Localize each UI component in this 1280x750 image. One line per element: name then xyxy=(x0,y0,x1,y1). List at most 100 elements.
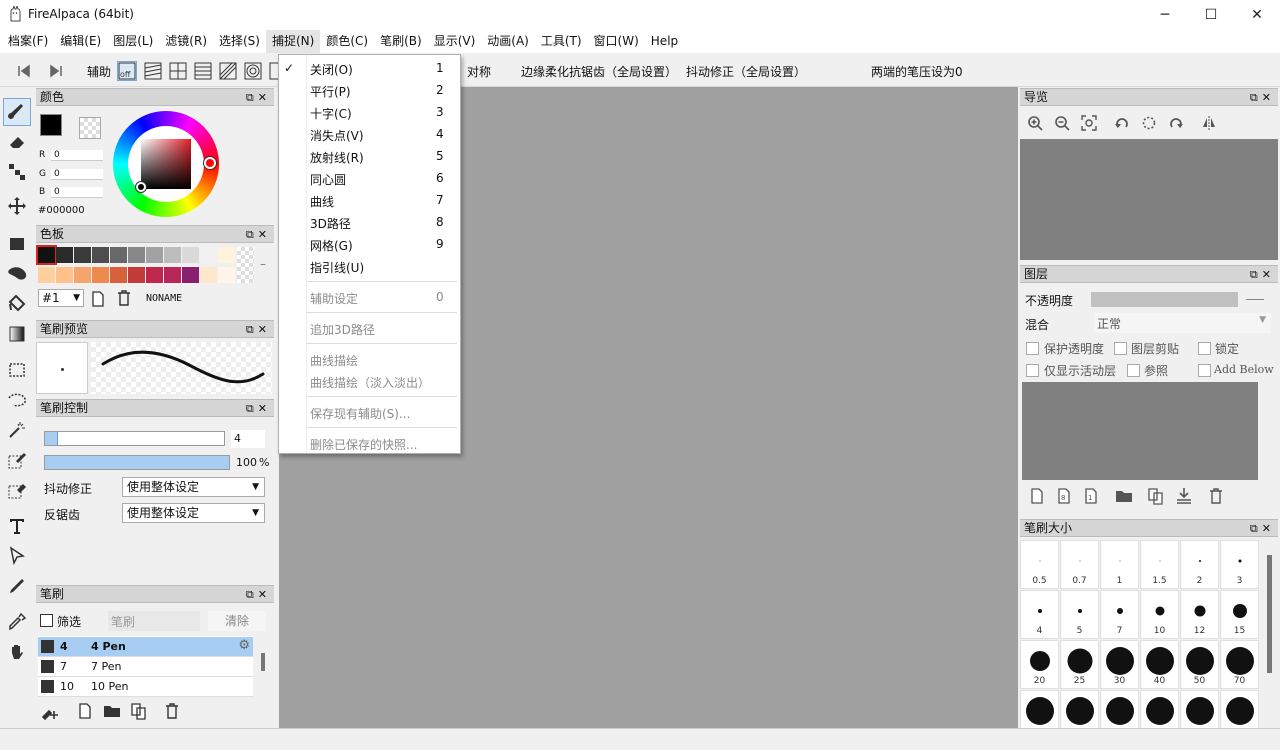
fill-rect-tool-icon[interactable] xyxy=(3,230,31,258)
brush-size-cell[interactable]: 70 xyxy=(1220,640,1259,689)
flip-horizontal-icon[interactable] xyxy=(1201,115,1217,131)
clipping-checkbox[interactable] xyxy=(1114,342,1127,355)
protect-alpha-checkbox[interactable] xyxy=(1026,342,1039,355)
brush-filter-input[interactable]: 笔刷 xyxy=(108,611,200,631)
brush-size-cell[interactable]: 15 xyxy=(1220,590,1259,639)
select-eraser-tool-icon[interactable] xyxy=(3,476,31,504)
snap-curve-item[interactable]: 曲线 7 xyxy=(279,189,460,211)
hue-handle[interactable] xyxy=(204,157,216,169)
divide-tool-icon[interactable] xyxy=(3,572,31,600)
brush-item-7-pen[interactable]: 77 Pen xyxy=(38,657,253,677)
brush-size-cell[interactable]: 0.7 xyxy=(1060,540,1099,589)
eyedropper-tool-icon[interactable] xyxy=(3,608,31,636)
palette-swatch[interactable] xyxy=(92,247,109,263)
brush-tool-icon[interactable] xyxy=(3,98,31,126)
palette-swatch[interactable] xyxy=(164,247,181,263)
menu-layer[interactable]: 图层(L) xyxy=(107,30,159,53)
minimize-button[interactable]: ─ xyxy=(1142,0,1188,30)
brush-size-cell[interactable]: 1 xyxy=(1100,540,1139,589)
maximize-button[interactable]: ☐ xyxy=(1188,0,1234,30)
palette-swatch[interactable] xyxy=(128,267,145,283)
add-3d-path-item[interactable]: 追加3D路径 xyxy=(279,317,460,339)
palette-swatch[interactable] xyxy=(36,245,57,265)
snap-parallel-item[interactable]: 平行(P) 2 xyxy=(279,79,460,101)
magic-wand-tool-icon[interactable] xyxy=(3,416,31,444)
rotate-right-icon[interactable] xyxy=(1168,115,1184,131)
fill-lasso-tool-icon[interactable] xyxy=(3,260,31,288)
add-below-checkbox[interactable] xyxy=(1198,364,1211,377)
snap-cross-icon[interactable] xyxy=(168,61,188,81)
close-button[interactable]: ✕ xyxy=(1234,0,1280,30)
brush-folder-icon[interactable] xyxy=(103,704,121,718)
zoom-out-icon[interactable] xyxy=(1054,115,1070,131)
new-layer-icon[interactable] xyxy=(1030,488,1044,504)
snap-concentric-item[interactable]: 同心圆 6 xyxy=(279,167,460,189)
palette-swatch[interactable] xyxy=(128,247,145,263)
saturation-value-square[interactable] xyxy=(141,139,191,189)
brush-size-cell[interactable]: 1.5 xyxy=(1140,540,1179,589)
snap-3d-path-item[interactable]: 3D路径 8 xyxy=(279,211,460,233)
assist-settings-item[interactable]: 辅助设定 0 xyxy=(279,286,460,308)
add-brush-icon[interactable] xyxy=(41,703,61,721)
text-tool-icon[interactable] xyxy=(3,512,31,540)
brush-size-cell[interactable] xyxy=(1180,690,1219,728)
gear-icon[interactable]: ⚙ xyxy=(238,638,250,653)
brush-size-cell[interactable] xyxy=(1020,690,1059,728)
brush-size-input[interactable]: 4 xyxy=(231,430,265,448)
show-active-only-checkbox[interactable] xyxy=(1026,364,1039,377)
new-palette-icon[interactable] xyxy=(91,291,105,307)
brush-size-cell[interactable]: 7 xyxy=(1100,590,1139,639)
zoom-fit-icon[interactable] xyxy=(1081,115,1097,131)
palette-swatch[interactable] xyxy=(56,267,73,283)
snap-vanishing-icon[interactable] xyxy=(193,61,213,81)
brush-opacity-slider[interactable] xyxy=(44,455,230,470)
duplicate-layer-icon[interactable] xyxy=(1147,487,1165,505)
brush-size-cell[interactable] xyxy=(1220,690,1259,728)
blue-input[interactable]: 0 xyxy=(51,187,103,198)
layer-list[interactable] xyxy=(1022,382,1258,480)
rotate-left-icon[interactable] xyxy=(1114,115,1130,131)
save-snap-item[interactable]: 保存现有辅助(S)... xyxy=(279,401,460,423)
palette-swatch[interactable] xyxy=(200,267,217,283)
menu-file[interactable]: 档案(F) xyxy=(2,30,54,53)
menu-tools[interactable]: 工具(T) xyxy=(535,30,588,53)
filter-checkbox[interactable] xyxy=(40,614,53,627)
palette-number-select[interactable]: #1 ▼ xyxy=(38,289,84,307)
panel-dock-close-icons[interactable]: ⧉✕ xyxy=(1250,521,1275,537)
panel-dock-close-icons[interactable]: ⧉✕ xyxy=(246,587,271,603)
zoom-in-icon[interactable] xyxy=(1027,115,1043,131)
menu-select[interactable]: 选择(S) xyxy=(213,30,266,53)
brush-size-cell[interactable]: 40 xyxy=(1140,640,1179,689)
hand-tool-icon[interactable] xyxy=(3,638,31,666)
palette-swatch[interactable] xyxy=(146,267,163,283)
lasso-tool-icon[interactable] xyxy=(3,386,31,414)
brush-size-cell[interactable]: 3 xyxy=(1220,540,1259,589)
snap-off-icon[interactable]: off xyxy=(117,61,137,81)
palette-swatch[interactable] xyxy=(218,267,235,283)
menu-color[interactable]: 颜色(C) xyxy=(320,30,374,53)
palette-swatch[interactable] xyxy=(218,247,235,263)
panel-dock-close-icons[interactable]: ⧉✕ xyxy=(246,227,271,243)
new-brush-icon[interactable] xyxy=(78,703,92,719)
palette-swatch[interactable] xyxy=(110,247,127,263)
menu-help[interactable]: Help xyxy=(645,30,684,53)
snap-parallel-icon[interactable] xyxy=(143,61,163,81)
palette-swatch[interactable] xyxy=(74,267,91,283)
operation-tool-icon[interactable] xyxy=(3,542,31,570)
lock-checkbox[interactable] xyxy=(1198,342,1211,355)
layer-opacity-slider[interactable] xyxy=(1091,292,1238,307)
brush-size-cell[interactable] xyxy=(1140,690,1179,728)
move-tool-icon[interactable] xyxy=(3,192,31,220)
brush-size-cell[interactable]: 20 xyxy=(1020,640,1059,689)
brush-size-cell[interactable] xyxy=(1100,690,1139,728)
layer-folder-icon[interactable] xyxy=(1115,489,1133,503)
delete-snapshots-item[interactable]: 删除已保存的快照... xyxy=(279,432,460,454)
palette-swatch[interactable] xyxy=(164,267,181,283)
palette-swatch[interactable] xyxy=(110,267,127,283)
brush-size-cell[interactable]: 10 xyxy=(1140,590,1179,639)
menu-edit[interactable]: 编辑(E) xyxy=(54,30,107,53)
brush-list-scrollbar[interactable] xyxy=(261,653,265,671)
palette-swatch[interactable] xyxy=(92,267,109,283)
palette-swatch[interactable] xyxy=(38,267,55,283)
brush-size-cell[interactable]: 2 xyxy=(1180,540,1219,589)
